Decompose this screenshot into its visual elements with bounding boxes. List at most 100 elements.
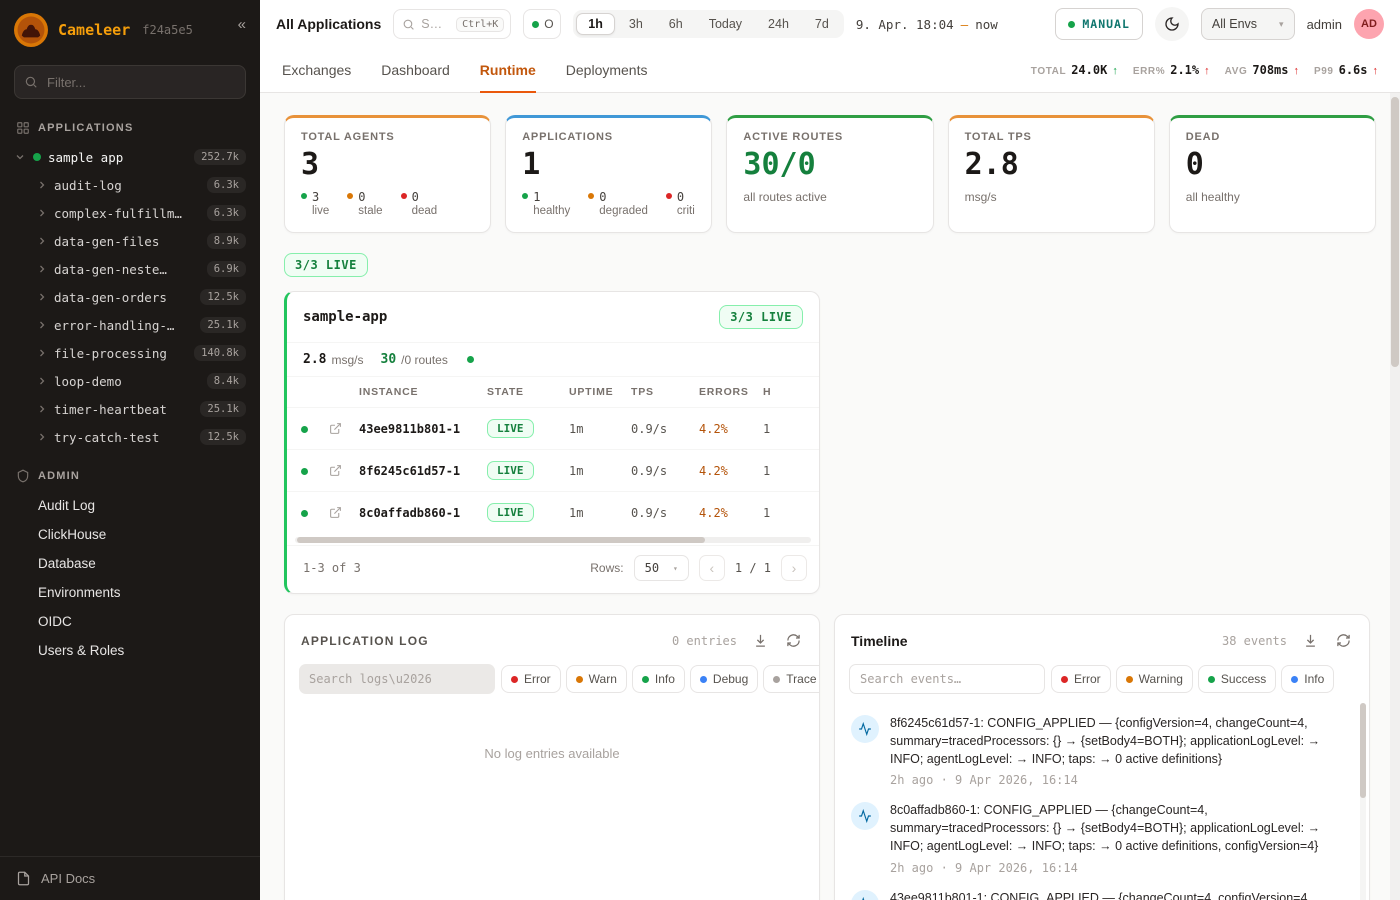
external-link-icon[interactable] [329,464,347,477]
tab-runtime[interactable]: Runtime [480,48,536,92]
route-name: data-gen-orders [54,290,167,305]
timeline-event[interactable]: 8c0affadb860-1: CONFIG_APPLIED — {change… [851,802,1355,874]
time-range-group: 1h 3h 6h Today 24h 7d [573,10,844,38]
sidebar-tree-item[interactable]: loop-demo 8.4k [0,367,260,395]
filter-level-dot [576,676,583,683]
instance-id[interactable]: 8f6245c61d57-1 [353,450,481,492]
sidebar-tree-item[interactable]: timer-heartbeat 25.1k [0,395,260,423]
sidebar-admin-item[interactable]: Audit Log [0,491,260,520]
page-scrollbar[interactable] [1390,93,1400,900]
log-filter-chip[interactable]: Trace [763,665,820,693]
log-search-input[interactable] [299,664,495,694]
env-select[interactable]: All Envs ▾ [1201,8,1295,40]
sidebar-admin-item[interactable]: Database [0,549,260,578]
next-page-button[interactable]: › [781,555,807,581]
scrollbar-thumb[interactable] [1360,703,1366,798]
activity-icon [851,715,879,743]
instance-id[interactable]: 8c0affadb860-1 [353,492,481,534]
horizontal-scrollbar[interactable] [295,537,811,543]
timeline-filter-chip[interactable]: Error [1051,665,1111,693]
time-range-3h[interactable]: 3h [617,13,655,35]
sidebar-tree-item[interactable]: file-processing 140.8k [0,339,260,367]
overview-live-chip[interactable]: 3/3 LIVE [284,253,368,277]
manual-status-dot [1068,21,1075,28]
log-filter-chip[interactable]: Debug [690,665,758,693]
timeline-events-count: 38 events [1222,634,1287,648]
prev-page-button[interactable]: ‹ [699,555,725,581]
timeline-event[interactable]: 8f6245c61d57-1: CONFIG_APPLIED — {config… [851,715,1355,787]
sidebar-admin-item[interactable]: Users & Roles [0,636,260,665]
tab-dashboard[interactable]: Dashboard [381,48,450,92]
avatar[interactable]: AD [1354,9,1384,39]
instance-row[interactable]: 8c0affadb860-1 LIVE 1m 0.9/s 4.2% 1 [287,492,819,534]
filter-level-dot [700,676,707,683]
build-version: f24a5e5 [142,23,193,37]
global-search[interactable]: S… Ctrl+K [393,9,511,39]
col-instance: INSTANCE [353,377,481,408]
sidebar-tree-item[interactable]: try-catch-test 12.5k [0,423,260,451]
chevron-right-icon [36,235,48,247]
sidebar-tree-item[interactable]: error-handling-… 25.1k [0,311,260,339]
app-card-title[interactable]: sample-app [303,309,387,325]
external-link-icon[interactable] [329,506,347,519]
scrollbar-thumb[interactable] [1391,97,1399,367]
refresh-icon[interactable] [1334,631,1353,650]
count-badge: 12.5k [200,289,246,305]
sidebar-tree-item[interactable]: audit-log 6.3k [0,171,260,199]
uptime-cell: 1m [563,450,625,492]
time-range-24h[interactable]: 24h [756,13,801,35]
chevron-down-icon: ▾ [1279,19,1284,30]
time-range-today[interactable]: Today [697,13,754,35]
sidebar-tree-item[interactable]: data-gen-neste… 6.9k [0,255,260,283]
log-entries-count: 0 entries [672,634,737,648]
search-placeholder: S… [421,17,442,31]
time-range-6h[interactable]: 6h [657,13,695,35]
filter-level-dot [1208,676,1215,683]
timeline-search-input[interactable] [849,664,1045,694]
metric: ERR% 2.1% ↑ [1133,63,1210,77]
search-icon [402,18,415,31]
refresh-icon[interactable] [784,631,803,650]
tab-exchanges[interactable]: Exchanges [282,48,351,92]
tab-deployments[interactable]: Deployments [566,48,648,92]
timeline-filter-chip[interactable]: Warning [1116,665,1193,693]
sidebar-tree-item[interactable]: complex-fulfillm… 6.3k [0,199,260,227]
timeline-scrollbar[interactable] [1360,703,1366,900]
sidebar-admin-item[interactable]: OIDC [0,607,260,636]
filter-input[interactable] [14,65,246,99]
collapse-sidebar-button[interactable]: « [234,12,250,37]
count-badge: 8.9k [207,233,246,249]
download-icon[interactable] [751,631,770,650]
online-indicator[interactable]: O [523,9,561,39]
log-filter-chip[interactable]: Info [632,665,685,693]
log-filter-chip[interactable]: Warn [566,665,627,693]
manual-refresh-toggle[interactable]: MANUAL [1055,8,1143,40]
camel-logo-icon [14,13,48,47]
sidebar-tree-item[interactable]: data-gen-files 8.9k [0,227,260,255]
sidebar-item-sample-app[interactable]: sample app 252.7k [0,143,260,171]
stat-card-total-tps: TOTAL TPS 2.8 msg/s [948,115,1155,233]
instance-id[interactable]: 43ee9811b801-1 [353,408,481,450]
scrollbar-thumb[interactable] [297,537,705,543]
sidebar-admin-item[interactable]: ClickHouse [0,520,260,549]
log-filter-chip[interactable]: Error [501,665,561,693]
timeline-event[interactable]: 43ee9811b801-1: CONFIG_APPLIED — {change… [851,890,1355,900]
col-tps: TPS [625,377,693,408]
rows-label: Rows: [590,561,623,575]
external-link-icon[interactable] [329,422,347,435]
rows-per-page-select[interactable]: 50 ▾ [634,555,689,581]
sidebar-admin-item[interactable]: Environments [0,578,260,607]
timeline-filter-chip[interactable]: Success [1198,665,1276,693]
time-range-1h[interactable]: 1h [576,13,615,35]
breakdown-live: 3live [301,190,329,217]
dark-mode-toggle[interactable] [1155,7,1189,41]
download-icon[interactable] [1301,631,1320,650]
date-range[interactable]: 9. Apr. 18:04 — now [856,17,998,32]
instance-row[interactable]: 43ee9811b801-1 LIVE 1m 0.9/s 4.2% 1 [287,408,819,450]
timeline-filter-chip[interactable]: Info [1281,665,1334,693]
api-docs-link[interactable]: API Docs [0,856,260,900]
sidebar-tree-item[interactable]: data-gen-orders 12.5k [0,283,260,311]
instance-row[interactable]: 8f6245c61d57-1 LIVE 1m 0.9/s 4.2% 1 [287,450,819,492]
time-range-7d[interactable]: 7d [803,13,841,35]
count-badge: 252.7k [194,149,246,165]
